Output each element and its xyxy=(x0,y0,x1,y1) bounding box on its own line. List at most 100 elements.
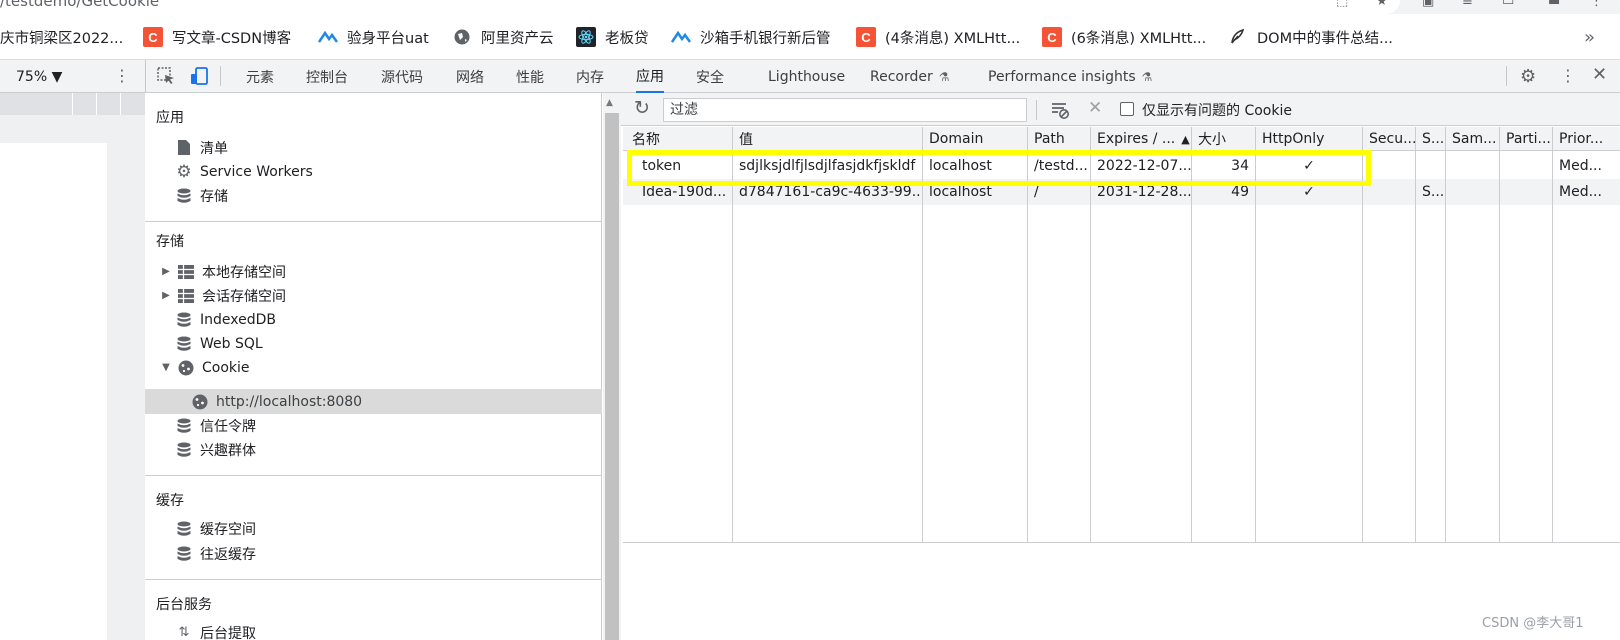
tab-security[interactable]: 安全 xyxy=(696,60,724,93)
flask-icon: ⚗ xyxy=(938,69,950,84)
divider xyxy=(145,60,146,93)
scroll-up-icon[interactable]: ▲ xyxy=(606,98,613,108)
window-icon[interactable]: ▭ xyxy=(1502,0,1516,9)
device-toggle-icon[interactable] xyxy=(189,66,209,90)
sidebar-item-background-fetch[interactable]: ⇅ 后台提取 xyxy=(175,620,256,640)
divider xyxy=(1506,66,1507,86)
tab-recorder[interactable]: Recorder ⚗ xyxy=(870,60,950,93)
sidebar-item-cache-storage[interactable]: 缓存空间 xyxy=(175,516,256,541)
sidebar-item-local-storage[interactable]: ▶ 本地存储空间 xyxy=(159,259,286,284)
tab-lighthouse[interactable]: Lighthouse xyxy=(768,60,845,93)
divider xyxy=(1036,100,1037,120)
table-bottom-border xyxy=(623,542,1620,543)
bookmark-item[interactable]: 沙箱手机银行新后管 xyxy=(671,14,831,60)
tab-network[interactable]: 网络 xyxy=(456,60,484,93)
column-header-samesite-short[interactable]: S... xyxy=(1416,127,1445,151)
flask-icon: ⚗ xyxy=(1141,69,1153,84)
sidebar-item-storage[interactable]: 存储 xyxy=(175,183,228,208)
sidebar-item-cookie-origin[interactable]: http://localhost:8080 xyxy=(191,389,362,414)
sidebar-item-cookie[interactable]: ▼ Cookie xyxy=(159,355,250,380)
delete-selected-icon[interactable]: ✕ xyxy=(1088,98,1102,118)
star-icon[interactable]: ★ xyxy=(1376,0,1390,9)
inspect-element-icon[interactable] xyxy=(156,66,176,90)
bookmark-item[interactable]: 阿里资产云 xyxy=(452,14,554,60)
tab-memory[interactable]: 内存 xyxy=(576,60,604,93)
tab-performance[interactable]: 性能 xyxy=(516,60,544,93)
address-bar[interactable] xyxy=(0,0,1400,14)
watermark: CSDN @李大哥1 xyxy=(1482,616,1584,631)
sidebar-item-label: 兴趣群体 xyxy=(200,442,256,459)
bookmarks-overflow-button[interactable]: » xyxy=(1584,14,1595,60)
column-header-value[interactable]: 值 xyxy=(733,127,922,151)
caret-right-icon[interactable]: ▶ xyxy=(159,290,173,301)
database-icon xyxy=(175,417,193,435)
sidebar-item-interest-groups[interactable]: 兴趣群体 xyxy=(175,437,256,462)
sidebar-item-label: 会话存储空间 xyxy=(202,288,286,305)
share-icon[interactable]: ⬚ xyxy=(1336,0,1350,9)
sidebar-item-service-workers[interactable]: ⚙ Service Workers xyxy=(175,159,312,184)
sidebar-item-session-storage[interactable]: ▶ 会话存储空间 xyxy=(159,283,286,308)
column-header-secure[interactable]: Secu... xyxy=(1363,127,1415,151)
feather-icon xyxy=(1228,27,1248,47)
column-header-expires[interactable]: Expires / ... ▲ xyxy=(1091,127,1191,151)
database-icon xyxy=(175,545,193,563)
sidebar-item-manifest[interactable]: 清单 xyxy=(175,135,228,160)
menu-icon[interactable]: ⋮ xyxy=(1590,0,1604,9)
only-issues-checkbox[interactable] xyxy=(1120,102,1134,116)
column-header-httponly[interactable]: HttpOnly xyxy=(1256,127,1362,151)
sidebar-scrollbar-thumb[interactable] xyxy=(605,113,619,640)
csdn-icon: C xyxy=(856,27,876,47)
bookmark-item[interactable]: C (6条消息) XMLHtt... xyxy=(1042,14,1206,60)
column-header-size[interactable]: 大小 xyxy=(1192,127,1255,151)
ruler-tick xyxy=(96,93,97,115)
bookmark-item[interactable]: C 写文章-CSDN博客 xyxy=(143,14,291,60)
clear-filtered-cookies-icon[interactable] xyxy=(1050,100,1070,124)
globe-icon xyxy=(452,27,472,47)
refresh-icon[interactable]: ↻ xyxy=(634,97,650,119)
react-icon xyxy=(576,27,596,47)
caret-down-icon[interactable]: ▼ xyxy=(159,362,173,373)
column-header-partition-key[interactable]: Parti... xyxy=(1500,127,1552,151)
sidebar-item-trust-tokens[interactable]: 信任令牌 xyxy=(175,413,256,438)
profile-icon[interactable]: ▬ xyxy=(1548,0,1562,9)
bookmark-item[interactable]: 验身平台uat xyxy=(318,14,429,60)
tab-application[interactable]: 应用 xyxy=(636,60,664,93)
caret-right-icon[interactable]: ▶ xyxy=(159,266,173,277)
gear-icon[interactable]: ⚙ xyxy=(1520,66,1536,87)
cookie-priority: Med... xyxy=(1559,158,1602,174)
column-header-name[interactable]: 名称 xyxy=(626,127,732,151)
bookmark-item[interactable]: DOM中的事件总结... xyxy=(1228,14,1393,60)
close-icon[interactable]: ✕ xyxy=(1592,64,1607,85)
tab-sources[interactable]: 源代码 xyxy=(381,60,423,93)
sidebar-item-label: 缓存空间 xyxy=(200,521,256,538)
table-icon xyxy=(177,287,195,305)
tab-console[interactable]: 控制台 xyxy=(306,60,348,93)
sidebar-item-back-forward-cache[interactable]: 往返缓存 xyxy=(175,541,256,566)
more-options-icon[interactable]: ⋮ xyxy=(114,66,130,85)
column-header-path[interactable]: Path xyxy=(1028,127,1090,151)
divider xyxy=(145,475,602,476)
zoom-select[interactable]: 75% ▼ xyxy=(16,60,62,93)
filter-input[interactable] xyxy=(663,98,1027,122)
sidebar-item-label: Cookie xyxy=(202,359,250,376)
tab-elements[interactable]: 元素 xyxy=(246,60,274,93)
more-options-icon[interactable]: ⋮ xyxy=(1560,66,1576,85)
column-header-domain[interactable]: Domain xyxy=(923,127,1027,151)
bookmark-item[interactable]: 庆市铜梁区2022... xyxy=(0,14,123,60)
sort-ascending-icon: ▲ xyxy=(1181,132,1190,146)
url-text[interactable]: /testdemo/GetCookie xyxy=(0,0,159,10)
tab-performance-insights[interactable]: Performance insights ⚗ xyxy=(988,60,1152,93)
sidebar-item-label: 清单 xyxy=(200,140,228,157)
column-header-samesite[interactable]: Sam... xyxy=(1446,127,1499,151)
extension-icon[interactable]: ▣ xyxy=(1422,0,1436,9)
bookmark-item[interactable]: C (4条消息) XMLHtt... xyxy=(856,14,1020,60)
column-header-priority[interactable]: Prior... xyxy=(1553,127,1620,151)
section-title-storage: 存储 xyxy=(156,234,184,250)
bookmark-label: 沙箱手机银行新后管 xyxy=(700,30,831,47)
sidebar-item-web-sql[interactable]: Web SQL xyxy=(175,331,263,356)
section-title-background-services: 后台服务 xyxy=(156,597,212,613)
only-issues-label: 仅显示有问题的 Cookie xyxy=(1142,103,1292,119)
bookmark-item[interactable]: 老板贷 xyxy=(576,14,649,60)
sidebar-item-indexeddb[interactable]: IndexedDB xyxy=(175,307,276,332)
media-icon[interactable]: ≡ xyxy=(1462,0,1476,9)
